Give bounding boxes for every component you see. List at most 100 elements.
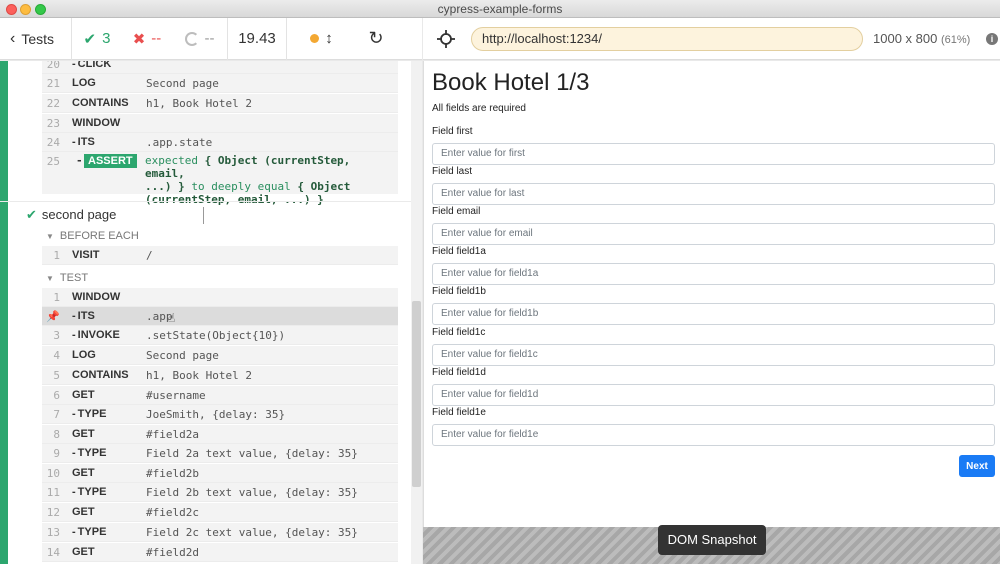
window-title: cypress-example-forms: [437, 2, 563, 16]
hook-label: TEST: [59, 272, 89, 284]
command-name: TYPE: [72, 486, 107, 498]
command-message: #field2c: [146, 506, 199, 519]
command-message: #field2d: [146, 546, 199, 559]
field1e-field[interactable]: Enter value for field1e: [432, 424, 995, 446]
check-icon: ✔: [26, 207, 37, 222]
command-row[interactable]: 4 LOG Second page: [42, 346, 398, 365]
command-name: GET: [72, 546, 95, 558]
command-name: TYPE: [72, 447, 107, 459]
command-row-pinned[interactable]: 📌 ITS .app ☝: [42, 307, 398, 326]
hook-label: BEFORE EACH: [59, 230, 139, 242]
command-message: .app.state: [146, 136, 213, 149]
command-row[interactable]: 3 INVOKE .setState(Object{10}): [42, 326, 398, 345]
command-row[interactable]: 1 WINDOW: [42, 288, 398, 307]
command-message: h1, Book Hotel 2: [146, 369, 252, 382]
test-hook[interactable]: ▼ TEST: [46, 272, 88, 284]
command-number: 4: [53, 349, 60, 362]
check-icon: ✔: [83, 30, 97, 48]
failed-count: ✖ --: [122, 18, 172, 60]
viewport-scale: (61%): [940, 34, 971, 46]
command-row[interactable]: 6 GET #username: [42, 386, 398, 405]
command-name: LOG: [72, 77, 96, 89]
command-row[interactable]: 5 CONTAINS h1, Book Hotel 2: [42, 366, 398, 385]
command-name: GET: [72, 467, 95, 479]
x-icon: ✖: [132, 30, 146, 48]
command-message: Field 2c text value, {delay: 35}: [146, 526, 358, 539]
reporter-panel: 20 CLICK 21 LOG Second page 22 CONTAINS …: [0, 61, 422, 564]
test-title[interactable]: ✔ second page: [26, 207, 116, 223]
command-message: JoeSmith, {delay: 35}: [146, 408, 286, 421]
command-number: 22: [46, 97, 60, 110]
field1d-field[interactable]: Enter value for field1d: [432, 384, 995, 406]
command-message: Second page: [146, 77, 219, 90]
command-row[interactable]: 23 WINDOW: [42, 114, 398, 133]
field1c-field[interactable]: Enter value for field1c: [432, 344, 995, 366]
auto-scroll-toggle[interactable]: ↕: [287, 18, 356, 60]
command-number: 23: [46, 117, 60, 130]
command-row[interactable]: 21 LOG Second page: [42, 74, 398, 93]
spinner-icon: [184, 31, 199, 46]
command-message: Second page: [146, 349, 219, 362]
command-name: CONTAINS: [72, 97, 129, 109]
text-cursor: [203, 207, 204, 224]
field-label: Field field1d: [432, 367, 486, 378]
command-message: #field2a: [146, 428, 199, 441]
info-icon[interactable]: i: [986, 33, 998, 45]
tests-button[interactable]: ‹ Tests: [0, 17, 72, 60]
field-label: Field field1b: [432, 286, 486, 297]
command-row[interactable]: 8 GET #field2a: [42, 425, 398, 444]
window-titlebar: cypress-example-forms: [0, 0, 1000, 18]
pending-count: --: [172, 17, 228, 60]
command-row[interactable]: 9 TYPE Field 2a text value, {delay: 35}: [42, 444, 398, 463]
command-message: #field2b: [146, 467, 199, 480]
command-row[interactable]: 10 GET #field2b: [42, 464, 398, 483]
command-number: 12: [46, 506, 60, 519]
url-bar[interactable]: http://localhost:1234/: [471, 27, 863, 51]
command-row[interactable]: 11 TYPE Field 2b text value, {delay: 35}: [42, 483, 398, 502]
command-number: 3: [53, 329, 60, 342]
command-row[interactable]: 7 TYPE JoeSmith, {delay: 35}: [42, 405, 398, 424]
scrollbar-thumb[interactable]: [412, 301, 421, 487]
field1b-field[interactable]: Enter value for field1b: [432, 303, 995, 325]
aut-header: http://localhost:1234/ 1000 x 800 (61%) …: [423, 18, 1000, 60]
command-row[interactable]: 1 VISIT /: [42, 246, 398, 265]
command-number: 25: [46, 155, 60, 168]
command-row[interactable]: 14 GET #field2d: [42, 543, 398, 562]
command-row[interactable]: 20 CLICK: [42, 61, 398, 74]
command-name: INVOKE: [72, 329, 120, 341]
divider: [0, 201, 411, 202]
command-number: 6: [53, 389, 60, 402]
caret-down-icon: ▼: [46, 274, 54, 283]
field-label: Field field1e: [432, 407, 486, 418]
passed-value: 3: [102, 30, 111, 47]
command-row[interactable]: 22 CONTAINS h1, Book Hotel 2: [42, 94, 398, 113]
first-field[interactable]: Enter value for first: [432, 143, 995, 165]
hand-cursor-icon: ☝: [168, 311, 176, 325]
command-number: 10: [46, 467, 60, 480]
command-name: GET: [72, 428, 95, 440]
command-name: CLICK: [72, 61, 112, 70]
command-name: CONTAINS: [72, 369, 129, 381]
command-number: 20: [46, 61, 60, 71]
restart-button[interactable]: ↻: [356, 18, 396, 60]
command-row[interactable]: 13 TYPE Field 2c text value, {delay: 35}: [42, 523, 398, 542]
failed-value: --: [151, 30, 162, 47]
test-title-text: second page: [41, 207, 117, 222]
command-message: Field 2b text value, {delay: 35}: [146, 486, 358, 499]
next-button[interactable]: Next: [959, 455, 995, 477]
last-field[interactable]: Enter value for last: [432, 183, 995, 205]
email-field[interactable]: Enter value for email: [432, 223, 995, 245]
crosshair-icon[interactable]: [437, 30, 455, 48]
command-message: .setState(Object{10}): [146, 329, 286, 342]
command-number: 14: [46, 546, 60, 559]
command-name: ITS: [72, 310, 95, 322]
resize-icon: ↕: [325, 30, 333, 47]
command-row[interactable]: 12 GET #field2c: [42, 503, 398, 522]
field1a-field[interactable]: Enter value for field1a: [432, 263, 995, 285]
assert-badge: ASSERT: [84, 154, 137, 168]
command-row[interactable]: 24 ITS .app.state: [42, 133, 398, 152]
caret-down-icon: ▼: [46, 232, 54, 241]
before-each-hook[interactable]: ▼ BEFORE EACH: [46, 230, 139, 242]
assert-row[interactable]: 25 - ASSERT expected { Object (currentSt…: [42, 152, 398, 206]
command-number: 11: [46, 486, 60, 499]
